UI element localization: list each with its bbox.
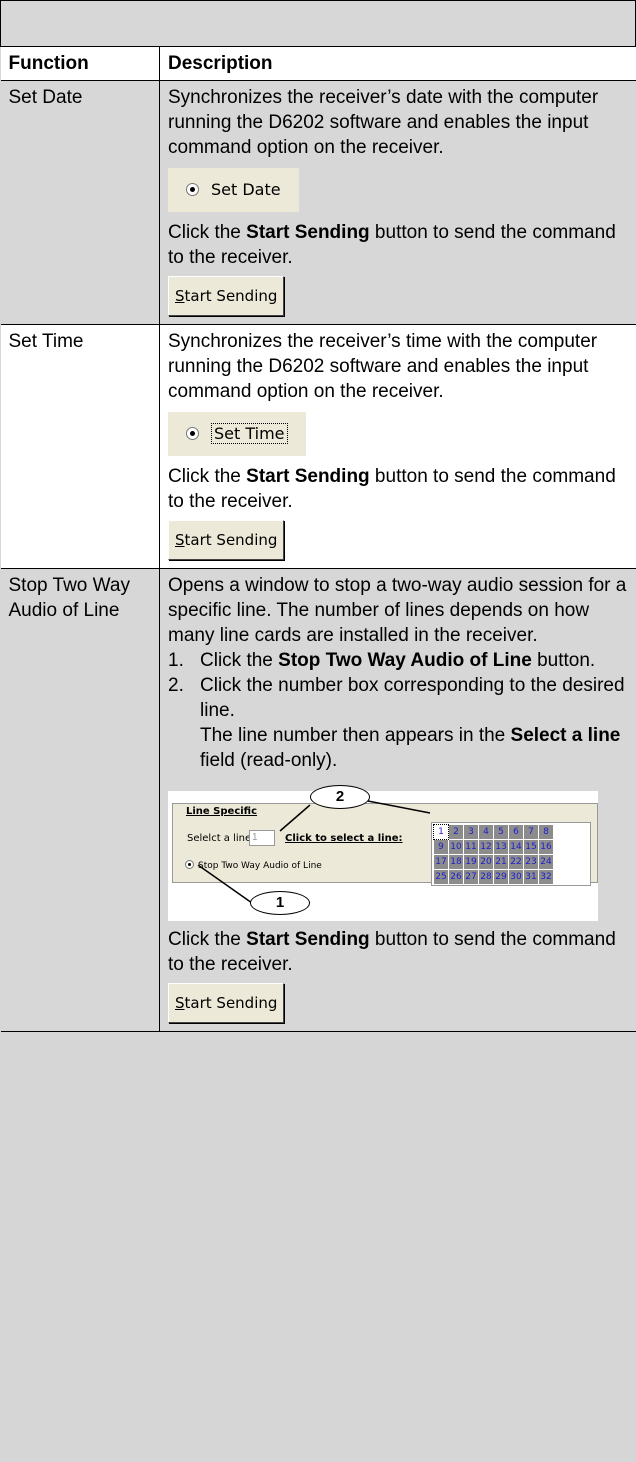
function-name: Set Time — [0, 324, 160, 569]
function-table: Function Description Set Date Synchroniz… — [0, 0, 636, 1032]
table-row: Stop Two Way Audio of Line Opens a windo… — [0, 568, 636, 1032]
description-cell: Synchronizes the receiver’s date with th… — [159, 80, 636, 325]
description-text: Synchronizes the receiver’s time with th… — [168, 331, 598, 402]
description-cell: Synchronizes the receiver’s time with th… — [159, 324, 636, 569]
callout-lines — [197, 800, 431, 904]
start-sending-button[interactable]: Start Sending — [168, 520, 285, 560]
header-description: Description — [159, 46, 636, 81]
instruction-text: Click the Start Sending button to send t… — [168, 929, 616, 975]
radio-selected-icon — [186, 183, 199, 196]
description-text: Synchronizes the receiver’s date with th… — [168, 87, 599, 158]
header-function: Function — [0, 46, 160, 81]
radio-label: Set Time — [211, 423, 288, 444]
table-row: Set Date Synchronizes the receiver’s dat… — [0, 80, 636, 325]
steps-list: 1. Click the Stop Two Way Audio of Line b… — [168, 648, 628, 773]
radio-selected-icon — [186, 427, 199, 440]
table-top-bar — [0, 0, 636, 47]
instruction-text: Click the Start Sending button to send t… — [168, 222, 616, 268]
start-sending-button[interactable]: Start Sending — [168, 276, 285, 316]
step-item: 2. Click the number box corresponding to … — [168, 673, 628, 773]
table-row: Set Time Synchronizes the receiver’s tim… — [0, 324, 636, 569]
set-date-radio[interactable]: Set Date — [168, 168, 299, 212]
radio-label: Set Date — [211, 180, 281, 199]
step-note: The line number then appears in the Sele… — [200, 725, 621, 771]
step-item: 1. Click the Stop Two Way Audio of Line b… — [168, 650, 596, 671]
description-cell: Opens a window to stop a two-way audio s… — [159, 568, 636, 1032]
callout-2: 2 — [310, 785, 370, 809]
callout-1: 1 — [250, 891, 310, 915]
table-header-row: Function Description — [0, 46, 636, 81]
function-name: Stop Two Way Audio of Line — [0, 568, 160, 1032]
description-text: Opens a window to stop a two-way audio s… — [168, 575, 627, 646]
function-name: Set Date — [0, 80, 160, 325]
start-sending-button[interactable]: Start Sending — [168, 983, 285, 1023]
line-specific-figure: Line Specific Selelct a line: 1 Click to… — [168, 785, 598, 921]
set-time-radio[interactable]: Set Time — [168, 412, 306, 456]
instruction-text: Click the Start Sending button to send t… — [168, 466, 616, 512]
